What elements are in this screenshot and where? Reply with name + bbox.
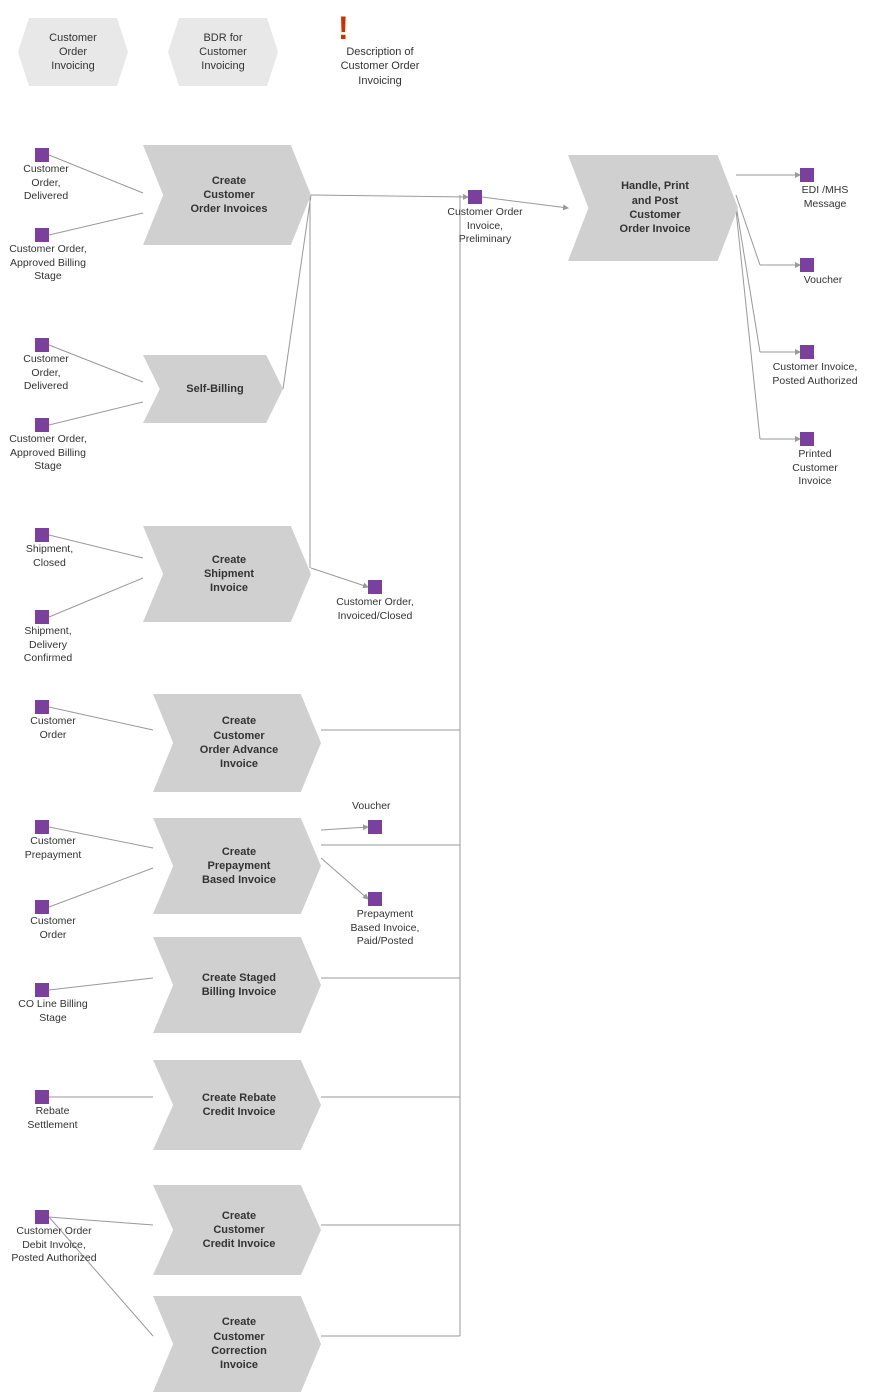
icon-co-billing-2 [35,418,49,432]
icon-customer-order-2 [35,900,49,914]
label-co-debit-invoice: Customer OrderDebit Invoice,Posted Autho… [4,1225,104,1266]
icon-co-delivered-2 [35,338,49,352]
exclaim-icon: ! [338,10,349,47]
icon-voucher-prepay [368,820,382,834]
icon-shipment-closed [35,528,49,542]
icon-shipment-delivery [35,610,49,624]
icon-co-invoiced-closed [368,580,382,594]
icon-co-inv-preliminary [468,190,482,204]
label-edi-mhs: EDI /MHSMessage [775,184,875,211]
icon-prepayment-paid-posted [368,892,382,906]
icon-customer-invoice-authorized [800,345,814,359]
hex-customer-order-invoicing: Customer Order Invoicing [18,18,128,86]
chevron-rebate-credit[interactable]: Create Rebate Credit Invoice [153,1060,321,1150]
label-prepayment-paid-posted: PrepaymentBased Invoice,Paid/Posted [330,908,440,949]
chevron-correction-invoice[interactable]: Create Customer Correction Invoice [153,1296,321,1392]
icon-customer-order-advance [35,700,49,714]
label-customer-invoice-authorized: Customer Invoice,Posted Authorized [755,361,875,388]
diagram-container: Customer Order Invoicing BDR for Custome… [0,0,884,1390]
label-co-billing-2: Customer Order,Approved BillingStage [4,433,92,474]
chevron-create-shipment-invoice[interactable]: Create Shipment Invoice [143,526,311,622]
icon-customer-prepayment [35,820,49,834]
chevron-handle-print-post[interactable]: Handle, Print and Post Customer Order In… [568,155,738,261]
icon-printed-customer-invoice [800,432,814,446]
label-rebate-settlement: RebateSettlement [10,1105,95,1132]
label-co-line-billing: CO Line BillingStage [8,998,98,1025]
label-co-billing-1: Customer Order,Approved BillingStage [4,243,92,284]
label-customer-order-2: CustomerOrder [18,915,88,942]
label-customer-order-advance: CustomerOrder [18,715,88,742]
icon-co-delivered-1 [35,148,49,162]
icon-voucher-main [800,258,814,272]
label-description: Description ofCustomer OrderInvoicing [310,45,450,88]
chevron-credit-invoice[interactable]: Create Customer Credit Invoice [153,1185,321,1275]
label-co-invoiced-closed: Customer Order,Invoiced/Closed [320,596,430,623]
label-customer-prepayment: CustomerPrepayment [8,835,98,862]
label-co-delivered-2: CustomerOrder,Delivered [6,353,86,394]
chevron-advance-invoice[interactable]: Create Customer Order Advance Invoice [153,694,321,792]
chevron-prepayment-invoice[interactable]: Create Prepayment Based Invoice [153,818,321,914]
icon-rebate-settlement [35,1090,49,1104]
chevron-staged-billing[interactable]: Create Staged Billing Invoice [153,937,321,1033]
icon-co-billing-1 [35,228,49,242]
label-printed-customer-invoice: PrintedCustomerInvoice [760,448,870,489]
chevron-create-customer-order-invoices[interactable]: Create Customer Order Invoices [143,145,311,245]
label-voucher-main: Voucher [783,274,863,288]
icon-co-debit-invoice [35,1210,49,1224]
label-shipment-closed: Shipment,Closed [12,543,87,570]
label-shipment-delivery: Shipment,DeliveryConfirmed [8,625,88,666]
chevron-self-billing[interactable]: Self-Billing [143,355,283,423]
icon-co-line-billing [35,983,49,997]
label-co-delivered-1: CustomerOrder,Delivered [6,163,86,204]
icon-edi-mhs [800,168,814,182]
label-voucher-prepay-text: Voucher [352,800,391,814]
label-co-inv-preliminary: Customer OrderInvoice,Preliminary [430,206,540,247]
hex-bdr-customer-invoicing[interactable]: BDR for Customer Invoicing [168,18,278,86]
